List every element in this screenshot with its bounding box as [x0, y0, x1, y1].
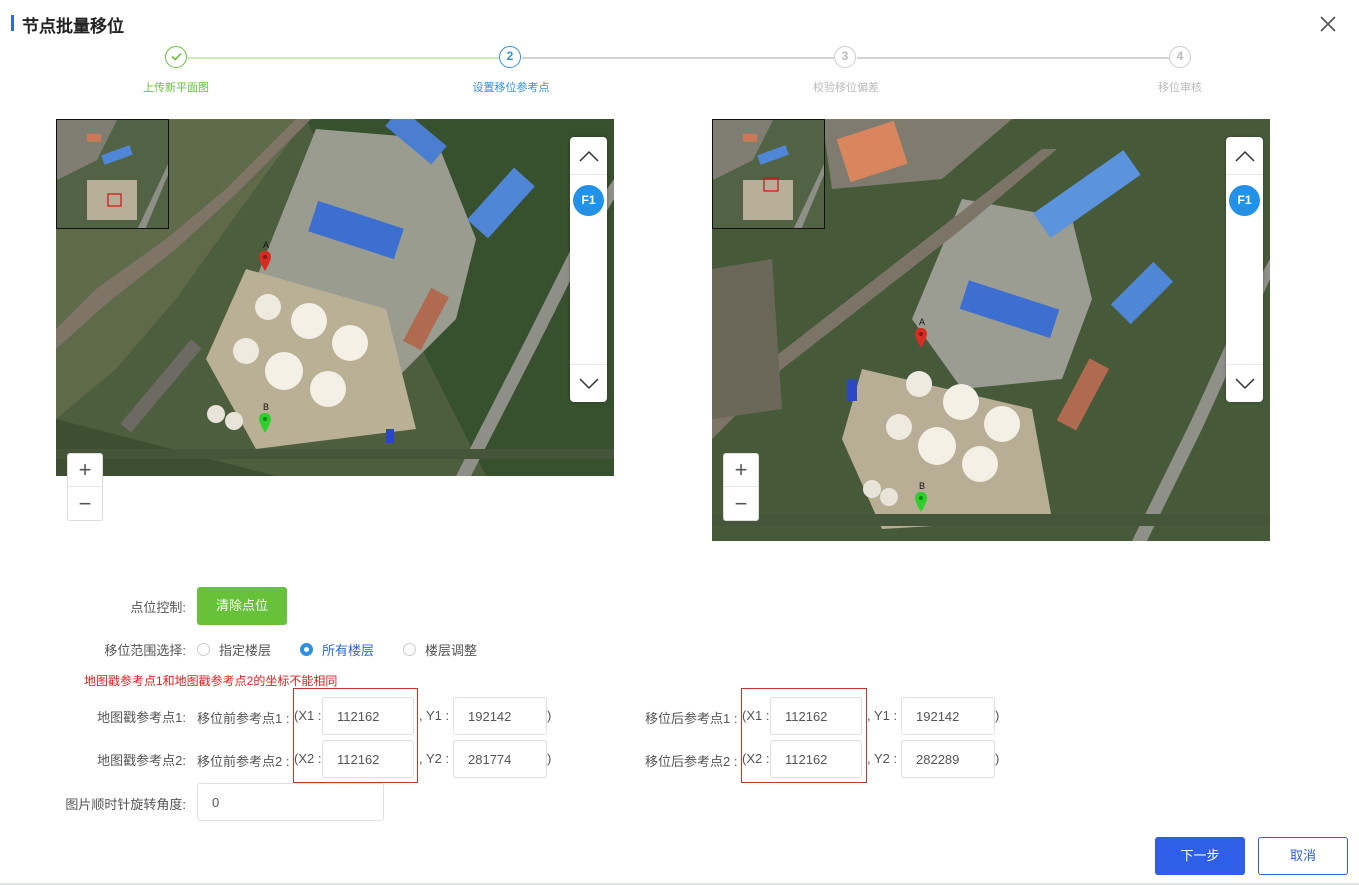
zoom-control-before: + −	[67, 453, 103, 521]
svg-text:A: A	[263, 240, 269, 250]
close-paren: )	[995, 751, 1000, 766]
radio-specified-floor[interactable]: 指定楼层	[197, 640, 271, 659]
rotation-input[interactable]	[197, 783, 384, 821]
x2-prefix: (X2 :	[294, 751, 322, 766]
after-y2-input[interactable]	[901, 740, 995, 778]
radio-label: 指定楼层	[219, 643, 272, 658]
x1-prefix: (X1 :	[294, 708, 322, 723]
step-3-label: 校验移位偏差	[813, 82, 879, 94]
radio-all-floors[interactable]: 所有楼层	[300, 640, 374, 659]
radio-dot	[300, 643, 313, 656]
range-label: 移位范围选择:	[104, 643, 186, 658]
floor-down-button[interactable]	[570, 364, 607, 402]
step-4-label: 移位审核	[1158, 82, 1202, 94]
before-y2-input[interactable]	[453, 740, 547, 778]
after1-label: 移位后参考点1 :	[645, 711, 738, 726]
svg-text:B: B	[919, 481, 925, 491]
zoom-out-button[interactable]: −	[68, 487, 102, 520]
after-x1-input[interactable]	[770, 697, 862, 735]
zoom-in-button[interactable]: +	[724, 454, 758, 487]
step-connector	[188, 57, 499, 59]
step-4-circle: 4	[1169, 46, 1191, 68]
y2-prefix: , Y2 :	[419, 751, 450, 766]
stepper: 2 3 4 上传新平面图 设置移位参考点 校验移位偏差 移位审核	[0, 44, 1359, 104]
radio-label: 楼层调整	[425, 643, 478, 658]
step-connector	[522, 57, 834, 59]
after2-label: 移位后参考点2 :	[645, 754, 738, 769]
svg-text:B: B	[263, 402, 269, 412]
chevron-down-icon	[1234, 377, 1255, 389]
close-paren: )	[995, 708, 1000, 723]
radio-label: 所有楼层	[322, 643, 375, 658]
floor-down-button[interactable]	[1226, 364, 1263, 402]
y2-prefix: , Y2 :	[867, 751, 898, 766]
marker-a-pin-icon[interactable]: A	[914, 317, 928, 351]
before1-label: 移位前参考点1 :	[197, 711, 290, 726]
radio-dot	[403, 643, 416, 656]
map-before[interactable]: A B F1	[56, 119, 614, 476]
step-connector	[857, 57, 1169, 59]
step-3-circle: 3	[834, 46, 856, 68]
x1-prefix: (X1 :	[742, 708, 770, 723]
zoom-out-button[interactable]: −	[724, 487, 758, 520]
validation-warning: 地图戳参考点1和地图戳参考点2的坐标不能相同	[84, 674, 338, 688]
x2-prefix: (X2 :	[742, 751, 770, 766]
chevron-up-icon	[578, 150, 599, 162]
map-after[interactable]: A B F1	[712, 119, 1270, 541]
floor-badge[interactable]: F1	[573, 185, 604, 216]
minimap-after[interactable]	[712, 119, 825, 229]
before-x2-input[interactable]	[322, 740, 414, 778]
close-icon[interactable]	[1318, 14, 1338, 34]
title-accent-bar	[11, 15, 14, 31]
floor-selector-after: F1	[1226, 137, 1263, 402]
floor-up-button[interactable]	[570, 137, 607, 175]
before2-label: 移位前参考点2 :	[197, 754, 290, 769]
minimap-before[interactable]	[56, 119, 169, 229]
step-2-label: 设置移位参考点	[472, 82, 550, 94]
after-x2-input[interactable]	[770, 740, 862, 778]
step-1-check-icon	[165, 46, 187, 68]
clear-points-button[interactable]: 清除点位	[197, 587, 287, 625]
before-y1-input[interactable]	[453, 697, 547, 735]
radio-dot	[197, 643, 210, 656]
floor-up-button[interactable]	[1226, 137, 1263, 175]
close-paren: )	[547, 708, 552, 723]
step-1-label: 上传新平面图	[143, 82, 209, 94]
before-x1-input[interactable]	[322, 697, 414, 735]
y1-prefix: , Y1 :	[419, 708, 450, 723]
ref2-label: 地图戳参考点2:	[97, 753, 186, 768]
dialog-title: 节点批量移位	[22, 17, 124, 36]
close-paren: )	[547, 751, 552, 766]
floor-selector-before: F1	[570, 137, 607, 402]
cancel-button[interactable]: 取消	[1258, 837, 1348, 875]
point-control-label: 点位控制:	[130, 600, 186, 615]
ref1-label: 地图戳参考点1:	[97, 710, 186, 725]
marker-a-pin-icon[interactable]: A	[258, 240, 272, 274]
after-y1-input[interactable]	[901, 697, 995, 735]
chevron-up-icon	[1234, 150, 1255, 162]
y1-prefix: , Y1 :	[867, 708, 898, 723]
zoom-control-after: + −	[723, 453, 759, 521]
step-2-circle: 2	[499, 46, 521, 68]
marker-b-pin-icon[interactable]: B	[914, 481, 928, 515]
zoom-in-button[interactable]: +	[68, 454, 102, 487]
svg-text:A: A	[919, 317, 925, 327]
marker-b-pin-icon[interactable]: B	[258, 402, 272, 436]
dialog-header: 节点批量移位	[0, 0, 1359, 46]
next-step-button[interactable]: 下一步	[1155, 837, 1245, 875]
rotation-label: 图片顺时针旋转角度:	[65, 797, 186, 812]
radio-floor-adjust[interactable]: 楼层调整	[403, 640, 477, 659]
floor-badge[interactable]: F1	[1229, 185, 1260, 216]
chevron-down-icon	[578, 377, 599, 389]
